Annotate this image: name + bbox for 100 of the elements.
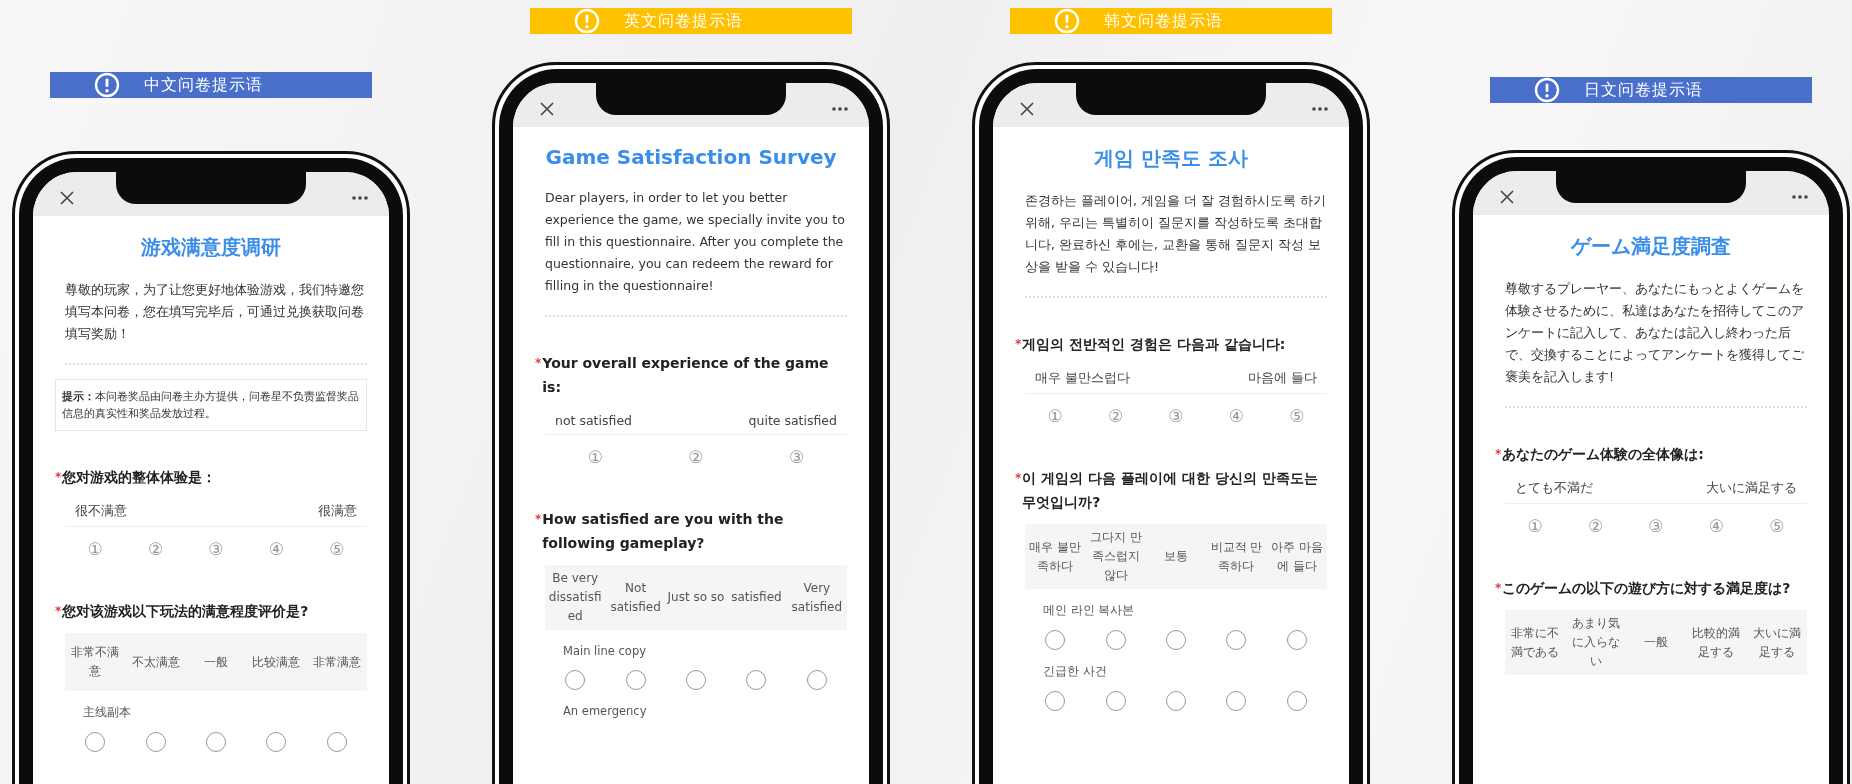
column-header: 매우 불만족하다 xyxy=(1028,538,1083,575)
more-button[interactable] xyxy=(831,106,849,112)
radio-button[interactable] xyxy=(1045,630,1066,650)
alert-icon xyxy=(94,72,120,98)
more-button[interactable] xyxy=(351,195,369,201)
radio-button[interactable] xyxy=(565,670,586,690)
rating-option[interactable]: ⑤ xyxy=(329,539,345,559)
rating-option[interactable]: ② xyxy=(1107,406,1124,426)
scale-label: quite satisfied xyxy=(748,413,837,428)
rating-option[interactable]: ① xyxy=(1527,516,1543,536)
rating-option[interactable]: ③ xyxy=(208,539,224,559)
column-header: 非常に不満である xyxy=(1510,624,1561,661)
more-icon xyxy=(1311,106,1329,112)
radio-button[interactable] xyxy=(266,732,287,752)
banner-text: 日文问卷提示语 xyxy=(1584,79,1703,101)
radio-button[interactable] xyxy=(1166,630,1186,650)
column-header: 그다지 만족스럽지 않다 xyxy=(1088,529,1143,584)
radio-button[interactable] xyxy=(145,732,166,752)
alert-icon xyxy=(574,8,600,34)
required-mark: * xyxy=(55,603,62,618)
rating-option[interactable]: ③ xyxy=(1648,516,1664,536)
close-button[interactable] xyxy=(539,101,555,117)
scale-label: 마음에 들다 xyxy=(1248,370,1317,387)
more-icon xyxy=(351,195,369,201)
column-header: Very satisfied xyxy=(790,579,844,616)
question-text: 您对游戏的整体体验是： xyxy=(62,468,218,487)
radio-button[interactable] xyxy=(1166,691,1186,711)
radio-button[interactable] xyxy=(1286,691,1307,711)
radio-button[interactable] xyxy=(1226,691,1247,711)
rating-option[interactable]: ④ xyxy=(268,539,284,559)
scale-label: 매우 불만스럽다 xyxy=(1035,370,1130,387)
intro-text: 존경하는 플레이어, 게임을 더 잘 경험하시도록 하기 위해, 우리는 특별히이 질문지를 작성하도록 초대합니다, 완료하신 후에는, 교환을 통해 질문지 작성 보상을 받을 수 있습니다! xyxy=(1025,192,1327,276)
column-header: あまり気に入らない xyxy=(1570,615,1621,670)
rating-option[interactable]: ⑤ xyxy=(1289,406,1305,426)
close-button[interactable] xyxy=(1499,189,1515,205)
column-header: Not satisfied xyxy=(609,579,662,616)
required-mark: * xyxy=(1495,580,1502,597)
required-mark: * xyxy=(1015,336,1022,353)
radio-button[interactable] xyxy=(1045,691,1066,711)
scale-label: not satisfied xyxy=(555,413,632,428)
required-mark: * xyxy=(535,355,542,372)
question-text: Your overall experience of the game is: xyxy=(542,354,830,397)
close-button[interactable] xyxy=(1019,101,1035,117)
column-header: Be very dissatisfied xyxy=(547,570,603,625)
radio-button[interactable] xyxy=(1286,630,1307,650)
banner-text: 中文问卷提示语 xyxy=(144,74,263,96)
more-icon xyxy=(831,106,849,112)
rating-option[interactable]: ① xyxy=(587,447,603,467)
radio-button[interactable] xyxy=(1105,630,1126,650)
radio-button[interactable] xyxy=(1105,691,1126,711)
question-text: このゲームの以下の遊び方に対する満足度は? xyxy=(1502,579,1792,598)
column-header: 非常满意 xyxy=(311,653,362,671)
more-button[interactable] xyxy=(1791,194,1809,200)
banner-text: 英文问卷提示语 xyxy=(624,10,743,32)
column-header: Just so so xyxy=(666,589,726,606)
survey-title: Game Satisfaction Survey xyxy=(544,145,838,169)
question-text: 이 게임의 다음 플레이에 대한 당신의 만족도는 무엇입니까? xyxy=(1022,469,1319,512)
scale-label: とても不満だ xyxy=(1515,480,1593,497)
rating-option[interactable]: ③ xyxy=(789,447,805,467)
rating-option[interactable]: ① xyxy=(87,539,103,559)
radio-button[interactable] xyxy=(206,732,226,752)
rating-option[interactable]: ④ xyxy=(1228,406,1244,426)
rating-option[interactable]: ② xyxy=(147,539,164,559)
radio-button[interactable] xyxy=(686,670,706,690)
question-text: 게임의 전반적인 경험은 다음과 같습니다: xyxy=(1022,335,1287,354)
radio-button[interactable] xyxy=(326,732,347,752)
rating-option[interactable]: ② xyxy=(688,447,704,467)
rating-option[interactable]: ① xyxy=(1047,406,1063,426)
close-button[interactable] xyxy=(59,190,75,206)
survey-title: ゲーム満足度調査 xyxy=(1569,233,1732,260)
intro-text: 尊敬的玩家，为了让您更好地体验游戏，我们特邀您填写本问卷，您在填写完毕后，可通过兑换获取问卷填写奖励！ xyxy=(65,281,365,343)
row-label: Main line copy xyxy=(562,644,647,658)
close-icon xyxy=(1019,101,1035,117)
rating-option[interactable]: ⑤ xyxy=(1769,516,1785,536)
radio-button[interactable] xyxy=(746,670,767,690)
column-header: 比较满意 xyxy=(251,653,302,671)
rating-option[interactable]: ③ xyxy=(1168,406,1184,426)
row-label: 主线副本 xyxy=(82,705,132,720)
banner-text: 韩文问卷提示语 xyxy=(1104,10,1223,32)
radio-button[interactable] xyxy=(1226,630,1247,650)
required-mark: * xyxy=(1495,446,1502,463)
notice-text: 提示：本问卷奖品由问卷主办方提供，问卷星不负责监督奖品信息的真实性和奖品发放过程。 xyxy=(55,379,367,431)
column-header: 보통 xyxy=(1163,548,1189,565)
question-text: How satisfied are you with the following gameplay? xyxy=(542,510,785,553)
radio-button[interactable] xyxy=(625,670,646,690)
rating-option[interactable]: ④ xyxy=(1708,516,1724,536)
alert-icon xyxy=(1054,8,1080,34)
alert-icon xyxy=(1534,77,1560,103)
row-label: An emergency xyxy=(562,704,648,718)
column-header: 一般 xyxy=(203,653,229,671)
scale-label: 很满意 xyxy=(318,503,357,520)
intro-text: 尊敬するプレーヤー、あなたにもっとよくゲームを体験させるために、私達はあなたを招待してこのアンケートに記入して、あなたは記入し終わった后で、交換することによってアンケートを獲得してご褒美を記入します! xyxy=(1505,280,1805,386)
radio-button[interactable] xyxy=(85,732,106,752)
radio-button[interactable] xyxy=(806,670,827,690)
survey-title: 游戏满意度调研 xyxy=(140,234,282,261)
survey-title: 게임 만족도 조사 xyxy=(1093,145,1249,172)
rating-option[interactable]: ② xyxy=(1587,516,1604,536)
more-button[interactable] xyxy=(1311,106,1329,112)
question-text: 您对该游戏以下玩法的满意程度评价是? xyxy=(62,602,310,621)
scale-label: 很不满意 xyxy=(75,503,127,520)
